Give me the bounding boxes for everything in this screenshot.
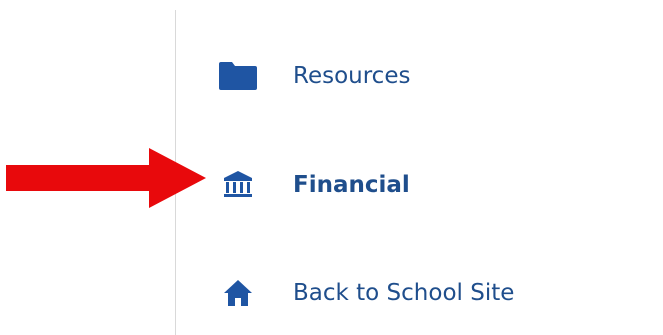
home-icon xyxy=(218,277,258,309)
sidebar-item-label: Resources xyxy=(293,63,411,89)
folder-icon xyxy=(218,60,258,92)
sidebar-nav: Resources Financial Back to School Site xyxy=(176,0,663,335)
sidebar-item-back-to-school-site[interactable]: Back to School Site xyxy=(176,263,663,323)
bank-icon xyxy=(218,169,258,201)
sidebar-item-financial[interactable]: Financial xyxy=(176,155,663,215)
sidebar-item-resources[interactable]: Resources xyxy=(176,46,663,106)
sidebar-item-label: Back to School Site xyxy=(293,280,515,306)
sidebar-item-label: Financial xyxy=(293,172,410,198)
